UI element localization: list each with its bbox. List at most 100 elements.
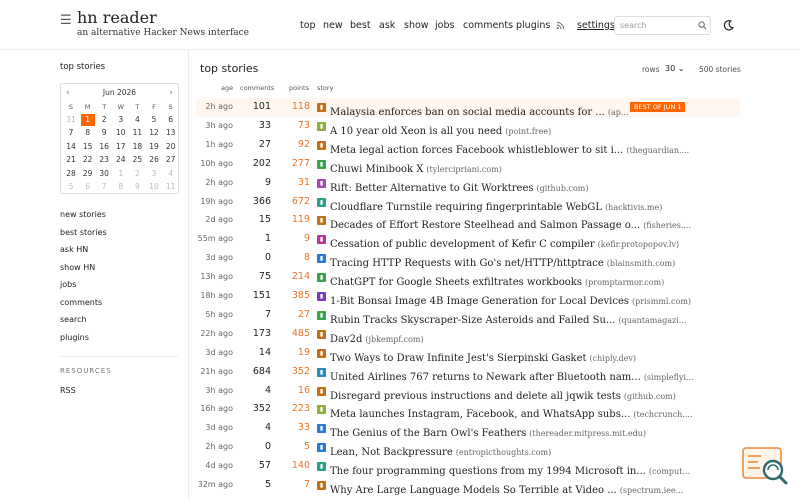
story-comments[interactable]: 173 [246,328,271,339]
nav-new[interactable]: new [323,20,343,31]
story-comments[interactable]: 366 [246,196,271,207]
story-comments[interactable]: 5 [246,479,271,490]
story-domain[interactable]: (github.com) [537,184,589,193]
story-domain[interactable]: (blainsmith.com) [607,259,675,268]
story-domain[interactable]: (jbkempf.com) [365,335,423,344]
table-row[interactable]: 13h ago 75 214 ▮ ChatGPT for Google Sheets e… [196,268,740,288]
calendar-day[interactable]: 20 [164,141,178,153]
nav-top[interactable]: top [300,20,316,31]
calendar-day[interactable]: 15 [81,141,95,153]
calendar-day[interactable]: 26 [147,154,161,166]
calendar-day[interactable]: 9 [97,127,111,139]
story-domain[interactable]: (comput... [649,467,690,476]
calendar-day[interactable]: 7 [64,127,78,139]
sidebar-item-rss[interactable]: RSS [60,386,76,395]
sidebar-item-best-stories[interactable]: best stories [60,228,107,237]
table-row[interactable]: 10h ago 202 277 ▮ Chuwi Minibook X (tylercipr… [196,155,740,175]
table-row[interactable]: 55m ago 1 9 ▮ Cessation of public developmen… [196,230,740,250]
chevron-right-icon[interactable]: › [169,88,173,98]
sidebar-item-plugins[interactable]: plugins [60,333,89,342]
table-row[interactable]: 3d ago 4 33 ▮ The Genius of the Barn Owl's F… [196,419,740,439]
calendar-day[interactable]: 28 [64,168,78,180]
calendar-day[interactable]: 11 [164,181,178,193]
nav-best[interactable]: best [350,20,371,31]
story-comments[interactable]: 9 [246,177,271,188]
nav-jobs[interactable]: jobs [435,20,454,31]
story-domain[interactable]: (chiply.dev) [590,354,637,363]
calendar-day[interactable]: 5 [64,181,78,193]
sidebar-item-comments[interactable]: comments [60,298,102,307]
story-domain[interactable]: (entropicthoughts.com) [456,448,552,457]
table-row[interactable]: 2h ago 0 5 ▮ Lean, Not Backpressure (entropic… [196,438,740,458]
calendar-day[interactable]: 16 [97,141,111,153]
story-comments[interactable]: 151 [246,290,271,301]
calendar-day[interactable]: 14 [64,141,78,153]
story-comments[interactable]: 101 [246,101,271,112]
sidebar-item-show-hn[interactable]: show HN [60,263,95,272]
sidebar-item-search[interactable]: search [60,315,87,324]
calendar-day[interactable]: 3 [147,168,161,180]
story-comments[interactable]: 1 [246,233,271,244]
calendar-day[interactable]: 22 [81,154,95,166]
calendar-day[interactable]: 2 [130,168,144,180]
calendar-day[interactable]: 5 [147,114,161,126]
table-row[interactable]: 16h ago 352 223 ▮ Meta launches Instagram, F… [196,400,740,420]
story-comments[interactable]: 202 [246,158,271,169]
calendar-day[interactable]: 4 [164,168,178,180]
calendar-day[interactable]: 25 [130,154,144,166]
story-comments[interactable]: 57 [246,460,271,471]
calendar-day[interactable]: 1 [80,114,95,126]
story-domain[interactable]: (thereader.mitpress.mit.edu) [529,429,646,438]
calendar-day[interactable]: 17 [114,141,128,153]
story-comments[interactable]: 0 [246,441,271,452]
sidebar-item-jobs[interactable]: jobs [60,280,76,289]
story-comments[interactable]: 4 [246,422,271,433]
table-row[interactable]: 21h ago 684 352 ▮ United Airlines 767 return… [196,363,740,383]
search-icon[interactable] [698,21,707,30]
story-comments[interactable]: 684 [246,366,271,377]
calendar-day[interactable]: 10 [114,127,128,139]
calendar-day[interactable]: 19 [147,141,161,153]
table-row[interactable]: 3d ago 0 8 ▮ Tracing HTTP Requests with Go's… [196,249,740,269]
calendar-day[interactable]: 12 [147,127,161,139]
calendar-day[interactable]: 29 [81,168,95,180]
calendar-day[interactable]: 10 [147,181,161,193]
table-row[interactable]: 2h ago 9 31 ▮ Rift: Better Alternative to Gi… [196,174,740,194]
story-domain[interactable]: (theguardian.... [626,146,689,155]
app-title[interactable]: hn reader [77,8,157,27]
calendar-day[interactable]: 3 [114,114,128,126]
table-row[interactable]: 2d ago 15 119 ▮ Decades of Effort Restore St… [196,211,740,231]
search-document-icon[interactable] [741,445,791,491]
story-comments[interactable]: 7 [246,309,271,320]
rows-select[interactable]: 30 ⌄ [665,64,684,73]
table-row[interactable]: 4d ago 57 140 ▮ The four programming questio… [196,457,740,477]
story-comments[interactable]: 27 [246,139,271,150]
story-domain[interactable]: (tylercipriani.com) [426,165,502,174]
calendar-day[interactable]: 9 [130,181,144,193]
table-row[interactable]: 3h ago 4 16 ▮ Disregard previous instruction… [196,382,740,402]
nav-comments[interactable]: comments [463,20,513,31]
calendar-day[interactable]: 23 [97,154,111,166]
table-row[interactable]: 3d ago 14 19 ▮ Two Ways to Draw Infinite Jes… [196,344,740,364]
calendar-day[interactable]: 6 [164,114,178,126]
story-comments[interactable]: 0 [246,252,271,263]
story-domain[interactable]: (quantamagazi... [618,316,686,325]
story-title[interactable]: Why Are Large Language Models So Terribl… [330,485,617,496]
calendar-day[interactable]: 21 [64,154,78,166]
table-row[interactable]: 19h ago 366 672 ▮ Cloudflare Turnstile requi… [196,193,740,213]
table-row[interactable]: 2h ago 101 118 ▮ Malaysia enforces ban on so… [196,98,740,118]
calendar-day[interactable]: 7 [97,181,111,193]
moon-icon[interactable] [722,19,735,32]
table-row[interactable]: 18h ago 151 385 ▮ 1-Bit Bonsai Image 4B Imag… [196,287,740,307]
story-comments[interactable]: 14 [246,347,271,358]
story-domain[interactable]: (kefir.protopopov.lv) [598,240,680,249]
story-domain[interactable]: (simpleflyi... [644,373,694,382]
calendar-day[interactable]: 2 [97,114,111,126]
story-comments[interactable]: 352 [246,403,271,414]
hamburger-icon[interactable]: ☰ [60,13,72,28]
story-domain[interactable]: (github.com) [624,392,676,401]
search-input[interactable] [614,16,711,35]
nav-plugins[interactable]: plugins [516,20,550,31]
calendar-day[interactable]: 27 [164,154,178,166]
story-domain[interactable]: (promptarmor.com) [585,278,664,287]
